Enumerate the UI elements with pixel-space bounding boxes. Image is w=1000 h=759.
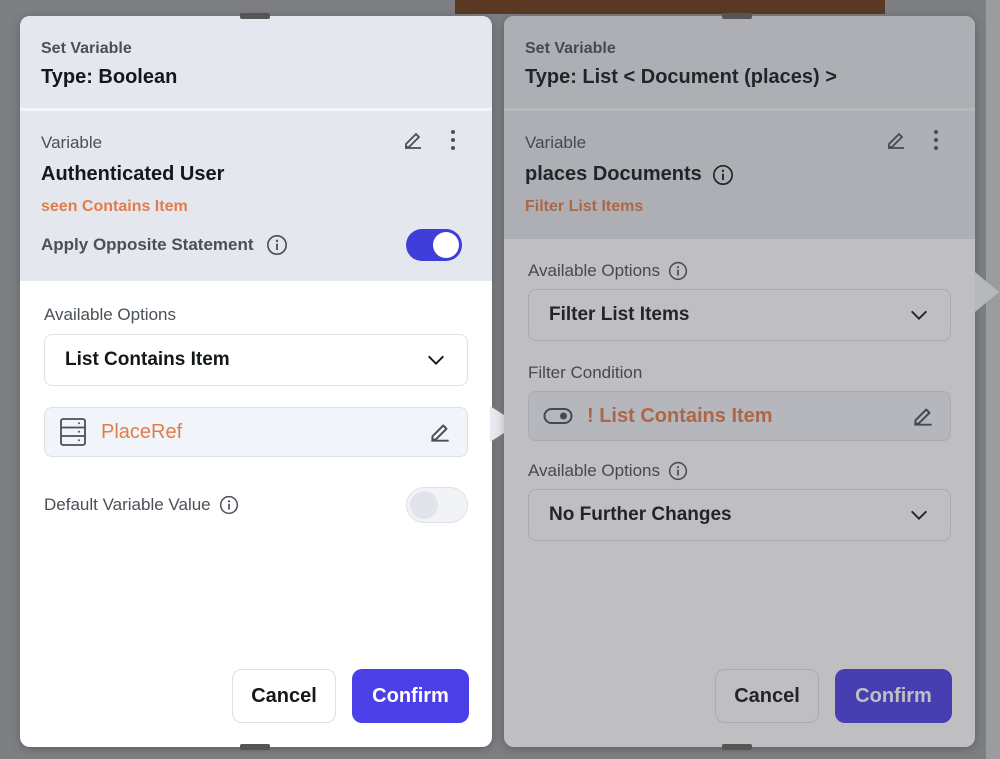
set-variable-panel-boolean: Set Variable Type: Boolean Variable Auth… [20,16,492,747]
filter-condition-value: ! List Contains Item [587,404,773,427]
variable-actions [883,127,949,153]
chevron-down-icon [911,310,927,320]
available-options-label: Available Options [44,305,176,324]
variable-operation: Filter List Items [525,198,644,215]
chevron-down-icon [428,355,444,365]
background-photo [455,0,885,14]
set-variable-panel-list: Set Variable Type: List < Document (plac… [504,16,975,747]
panel-header: Set Variable Type: Boolean [20,16,492,108]
available-options-label: Available Options [528,261,951,281]
panel-footer: Cancel Confirm [232,669,469,723]
place-ref-value: PlaceRef [101,420,183,443]
variable-name: Authenticated User [41,163,471,186]
apply-opposite-toggle[interactable] [406,229,462,261]
info-icon[interactable] [266,234,288,256]
drag-handle[interactable] [722,744,752,750]
header-title: Type: Boolean [41,66,178,88]
place-ref-field[interactable]: PlaceRef [44,407,468,457]
drag-handle[interactable] [722,13,752,19]
variable-block: Variable Authenticated User seen Contain… [20,111,492,281]
dropdown-value: Filter List Items [549,304,690,325]
cancel-button[interactable]: Cancel [232,669,336,723]
available-options-text: Available Options [528,461,660,480]
variable-actions [400,127,466,153]
pencil-icon[interactable] [883,127,909,153]
further-changes-dropdown[interactable]: No Further Changes [528,489,951,541]
apply-opposite-row: Apply Opposite Statement [41,229,462,261]
drag-handle[interactable] [240,13,270,19]
confirm-button[interactable]: Confirm [835,669,952,723]
variable-operation: seen Contains Item [41,198,188,215]
dropdown-value: No Further Changes [549,504,732,525]
variable-name-text: Authenticated User [41,163,225,185]
panel-body: Available Options List Contains Item Pla… [20,305,492,523]
apply-opposite-label-group: Apply Opposite Statement [41,234,288,256]
panel-header: Set Variable Type: List < Document (plac… [504,16,975,108]
toggle-icon [543,408,573,424]
header-subtitle: Set Variable [525,40,616,57]
filter-condition-field[interactable]: ! List Contains Item [528,391,951,441]
cancel-button[interactable]: Cancel [715,669,819,723]
info-icon[interactable] [712,164,734,186]
variable-block: Variable places Documents Filter List It… [504,111,975,239]
background-strip [986,0,1000,759]
panel-footer: Cancel Confirm [715,669,952,723]
info-icon[interactable] [668,461,688,481]
default-value-label-group: Default Variable Value [44,495,239,515]
panel-body: Available Options Filter List Items Filt… [504,261,975,541]
available-options-dropdown[interactable]: List Contains Item [44,334,468,386]
available-options-dropdown[interactable]: Filter List Items [528,289,951,341]
chevron-down-icon [911,510,927,520]
available-options-label-2: Available Options [528,461,951,481]
available-options-text: Available Options [528,261,660,280]
connector-arrow-right [975,272,999,312]
dropdown-value: List Contains Item [65,349,230,370]
pencil-icon[interactable] [910,403,936,429]
info-icon[interactable] [219,495,239,515]
variable-name: places Documents [525,163,954,186]
default-value-toggle[interactable] [406,487,468,523]
info-icon[interactable] [668,261,688,281]
header-title: Type: List < Document (places) > [525,66,837,88]
drag-handle[interactable] [240,744,270,750]
pencil-icon[interactable] [400,127,426,153]
pencil-icon[interactable] [427,419,453,445]
database-icon [60,418,86,446]
variable-name-text: places Documents [525,163,702,185]
more-vertical-icon[interactable] [923,127,949,153]
default-value-row: Default Variable Value [44,487,468,523]
confirm-button[interactable]: Confirm [352,669,469,723]
header-subtitle: Set Variable [41,40,132,57]
more-vertical-icon[interactable] [440,127,466,153]
filter-condition-label: Filter Condition [528,363,643,382]
apply-opposite-label: Apply Opposite Statement [41,235,254,254]
default-value-label: Default Variable Value [44,495,211,514]
